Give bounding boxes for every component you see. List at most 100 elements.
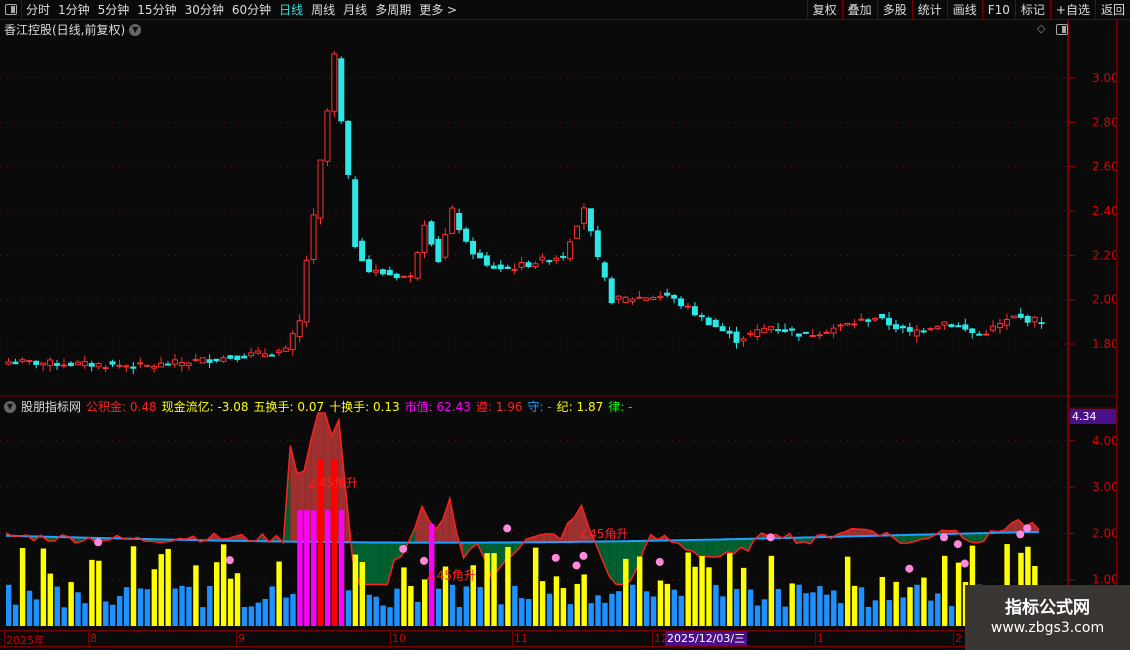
volume-bar [165,548,171,626]
volume-bar [193,565,199,626]
candlestick [289,330,296,356]
volume-bar [415,601,421,626]
candlestick [400,275,407,278]
volume-bar [172,588,178,626]
candlestick [331,50,338,118]
candlestick [137,357,144,368]
candlestick [324,108,331,167]
candlestick [338,56,345,124]
volume-bar [276,561,282,626]
volume-bar [408,586,414,626]
volume-bar [380,605,386,626]
candlestick [920,328,927,334]
volume-bar [664,583,671,626]
candlestick [518,256,525,271]
candlestick [248,347,255,358]
signal-dot [960,559,969,568]
volume-bar [234,573,241,626]
volume-bar [858,587,865,626]
candlestick [983,329,990,336]
candlestick [442,228,449,260]
volume-bar [872,600,879,626]
indicator-field: 公积金: 0.48 [86,400,157,414]
candlestick [525,260,532,269]
volume-bar [595,595,601,626]
candlestick [941,321,948,330]
candlestick [851,318,858,329]
volume-bar [311,510,317,626]
volume-bar [754,605,761,626]
diamond-icon[interactable]: ◇ [1037,22,1045,35]
candlestick [296,314,303,343]
candlestick [497,260,504,273]
candlestick [1024,314,1031,327]
volume-bar [775,589,782,626]
volume-bar [269,586,275,626]
candlestick [768,326,775,334]
indicator-field: 守: - [527,400,552,414]
time-label: 9 [236,632,245,645]
angle-annotation: ∠45角升 [578,527,628,541]
indicator-tick: 3.00 [1092,480,1116,494]
candlestick [594,225,601,261]
current-value-badge: 4.34 [1070,409,1116,424]
signal-dot [579,551,588,560]
price-tick: 2.20 [1092,248,1116,262]
candlestick [310,208,317,264]
indicator-title: ▼ 股朋指标网 公积金: 0.48 现金流亿: -3.08 五换手: 0.07 十换手: … [4,398,632,415]
volume-bar [248,606,255,626]
chevron-down-icon[interactable]: ▼ [129,23,142,36]
candlestick [102,364,109,373]
candlestick [962,318,969,332]
volume-bar [900,597,906,626]
candlestick [712,318,719,328]
candlestick [199,357,206,364]
candlestick [705,316,712,326]
volume-bar [366,594,372,626]
candlestick [262,348,269,358]
candlestick [220,355,227,363]
candlestick [241,353,248,359]
candlestick [463,226,470,244]
candlestick [698,312,705,321]
indicator-name[interactable]: 股朋指标网 [21,398,81,415]
indicator-area [546,533,554,543]
volume-bar [893,581,899,626]
volume-bar [914,584,920,626]
chevron-down-icon[interactable]: ▼ [4,400,16,413]
volume-bar [844,556,851,626]
selected-date: 2025/12/03/三 [665,631,748,646]
candlestick [303,255,310,328]
signal-dot [940,533,948,542]
volume-bar [214,562,220,626]
indicator-area [373,542,381,585]
candlestick [636,290,643,299]
signal-dot [572,561,581,570]
candlestick [879,313,886,320]
signal-dot [399,544,408,553]
candlestick [95,362,102,370]
candlestick [81,355,88,369]
candlestick [213,358,220,363]
volume-bar [824,594,830,626]
indicator-field: 市值: 62.43 [404,400,471,414]
panel-icon[interactable] [1056,24,1068,35]
signal-dot [94,538,103,547]
chart-canvas[interactable]: 3.00 2.80 2.60 2.40 2.20 2.00 1.80 4.00 3.00 2.00… [0,0,1116,630]
volume-bar [699,556,705,626]
volume-bar [290,594,296,626]
price-tick: 1.80 [1092,337,1116,351]
candlestick [74,359,81,366]
volume-bar [324,510,331,626]
candlestick [996,318,1003,334]
candlestick [414,250,421,281]
volume-bar [304,510,310,626]
candlestick [927,326,934,332]
indicator-area [442,498,450,543]
candlestick [955,322,962,328]
price-tick: 2.40 [1092,204,1116,218]
candlestick [1003,313,1010,331]
time-label: 11 [512,632,528,645]
indicator-field: 律: - [608,400,633,414]
candlestick [934,325,941,331]
